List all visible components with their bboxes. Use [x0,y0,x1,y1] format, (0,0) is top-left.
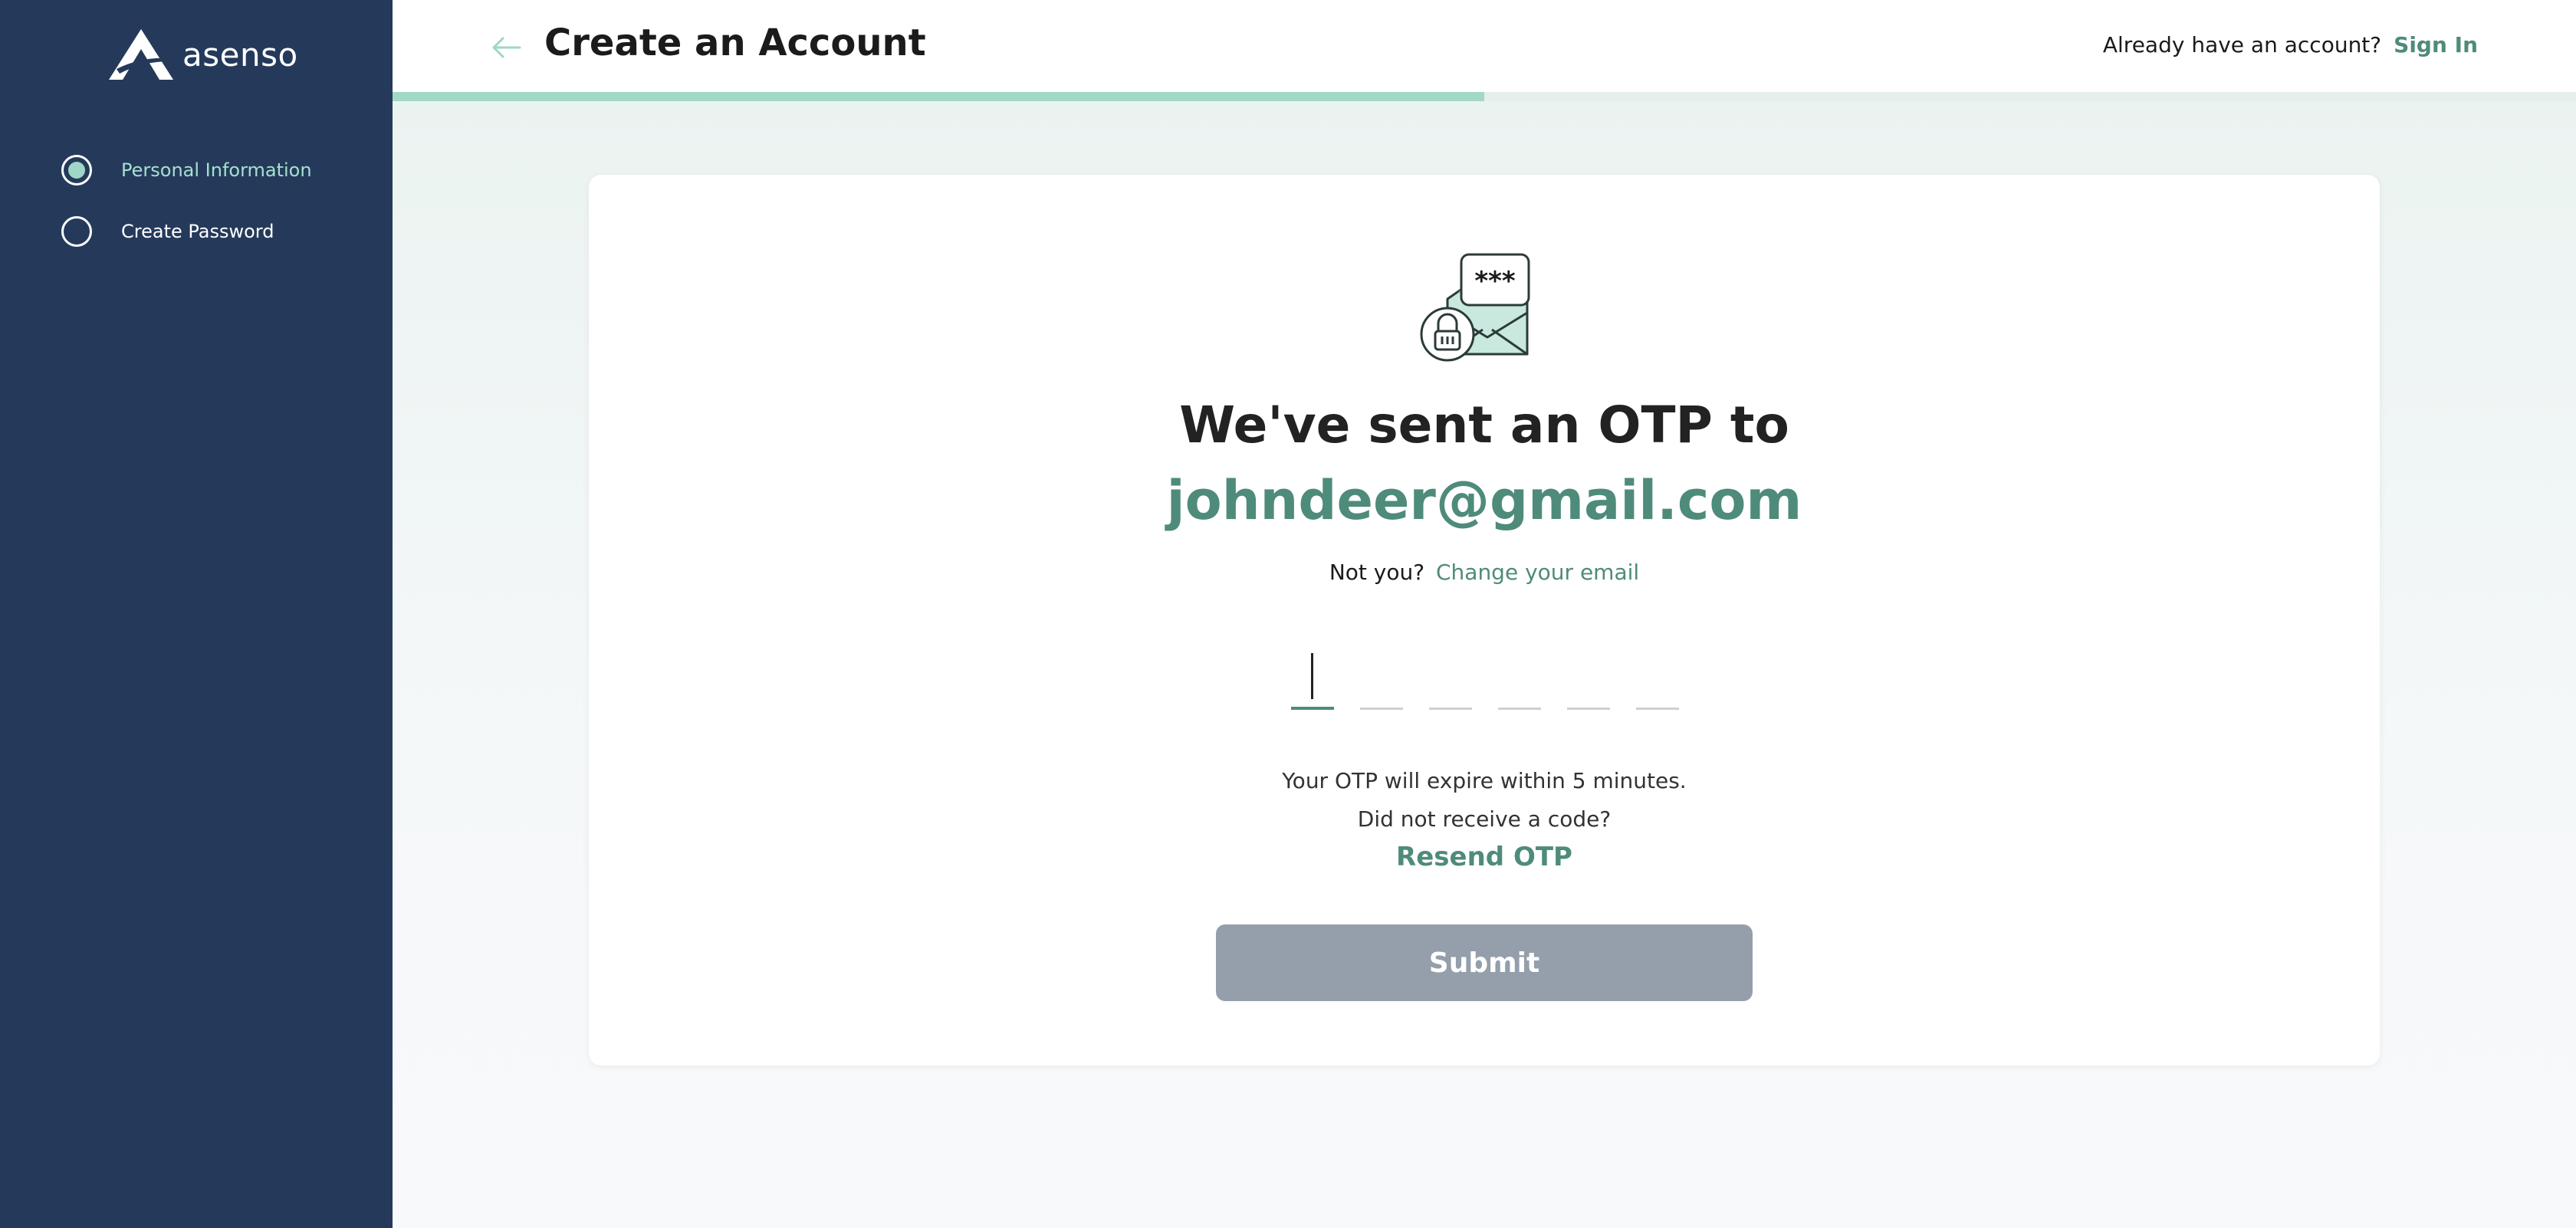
otp-digit-1[interactable] [1291,645,1334,710]
sidebar: asenso Personal Information Create Passw… [0,0,393,1228]
otp-email: johndeer@gmail.com [1166,469,1802,532]
otp-digit-2[interactable] [1360,645,1403,710]
progress-fill [393,92,1484,101]
step-create-password[interactable]: Create Password [61,216,274,247]
otp-digit-5[interactable] [1567,645,1610,710]
otp-digit-4[interactable] [1498,645,1541,710]
resend-otp-line: Resend OTP [589,842,2380,872]
email-otp-lock-icon: *** [1420,253,1530,362]
logo[interactable]: asenso [107,28,298,81]
otp-digit-6[interactable] [1636,645,1679,710]
signin-link[interactable]: Sign In [2394,32,2478,57]
header: Create an Account Already have an accoun… [393,0,2576,92]
step-active-indicator-icon [61,155,92,186]
change-email-link[interactable]: Change your email [1436,560,1639,585]
text-cursor [1311,653,1313,699]
step-personal-information[interactable]: Personal Information [61,155,312,186]
progress-bar [393,92,2576,101]
otp-expiry-text: Your OTP will expire within 5 minutes. [1282,768,1687,793]
otp-digit-3[interactable] [1429,645,1472,710]
no-code-text: Did not receive a code? [1357,806,1612,832]
step-label: Create Password [121,221,274,242]
step-inactive-indicator-icon [61,216,92,247]
logo-text: asenso [182,35,298,74]
illustration-text: *** [1474,266,1516,297]
otp-heading: We've sent an OTP to [1179,396,1789,455]
resend-otp-link[interactable]: Resend OTP [1396,842,1572,872]
submit-button[interactable]: Submit [1216,924,1753,1001]
not-you-line: Not you? Change your email [589,560,2380,585]
step-dot [68,162,85,179]
step-label: Personal Information [121,159,312,181]
back-arrow-icon[interactable] [489,31,523,64]
logo-mark-icon [109,29,173,80]
signin-prompt: Already have an account? Sign In [2103,32,2478,57]
otp-card: *** We've sent an OTP to johndeer@gmail.… [589,175,2380,1065]
not-you-text: Not you? [1329,560,1425,585]
already-have-account-text: Already have an account? [2102,32,2382,57]
page-title: Create an Account [544,21,926,64]
otp-input-group [1291,645,1690,710]
